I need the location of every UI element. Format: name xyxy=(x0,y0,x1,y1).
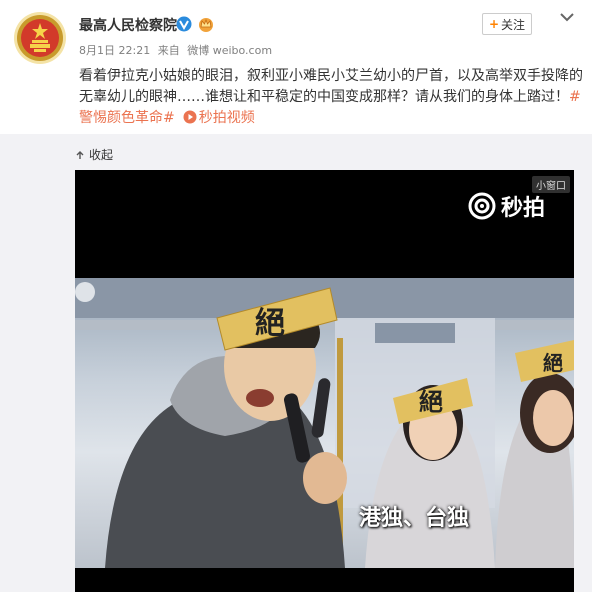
post-text: 看着伊拉克小姑娘的眼泪，叙利亚小难民小艾兰幼小的尸首，以及高举双手投降的无辜幼儿… xyxy=(79,68,583,105)
post-meta: 8月1日 22:21 来自 微博 weibo.com xyxy=(79,42,276,58)
plus-icon: + xyxy=(488,17,500,31)
follow-label: 关注 xyxy=(501,17,526,32)
collapse-arrow-icon xyxy=(76,150,84,159)
video-link-icon[interactable] xyxy=(183,110,197,124)
author-name[interactable]: 最高人民检察院 xyxy=(79,15,177,35)
protest-scene-image: 絕 絕 絕 xyxy=(75,278,574,568)
video-link[interactable]: 秒拍视频 xyxy=(199,110,255,126)
follow-button[interactable]: + 关注 xyxy=(482,13,532,35)
headband-char-3: 絕 xyxy=(543,351,563,375)
avatar[interactable] xyxy=(14,12,66,64)
video-frame: 絕 絕 絕 xyxy=(75,278,574,568)
source-prefix: 来自 xyxy=(157,44,180,57)
miaopai-logo-icon xyxy=(468,192,496,220)
chevron-down-icon[interactable] xyxy=(559,10,575,24)
video-bottom-bar xyxy=(75,568,574,592)
video-subtitle: 港独、台独 xyxy=(359,506,470,531)
weibo-post: 最高人民检察院 8月1日 22:21 来自 微博 weibo.com + 关注 … xyxy=(0,0,592,592)
collapse-button[interactable]: 收起 xyxy=(75,146,113,163)
procuratorate-emblem-icon xyxy=(17,15,63,61)
collapse-label: 收起 xyxy=(89,148,114,162)
video-player[interactable]: 小窗口 秒拍 絕 絕 絕 港独、台独 xyxy=(75,170,574,592)
post-content: 看着伊拉克小姑娘的眼泪，叙利亚小难民小艾兰幼小的尸首，以及高举双手投降的无辜幼儿… xyxy=(79,66,589,129)
post-source[interactable]: 微博 weibo.com xyxy=(187,44,272,57)
watermark-text: 秒拍 xyxy=(501,196,546,221)
headband-char-2: 絕 xyxy=(419,388,443,416)
headband-char: 絕 xyxy=(255,306,285,341)
verified-icon xyxy=(176,16,192,32)
post-date[interactable]: 8月1日 22:21 xyxy=(79,44,150,57)
crown-badge-icon[interactable] xyxy=(197,16,215,32)
miaopai-watermark: 秒拍 xyxy=(467,190,545,222)
